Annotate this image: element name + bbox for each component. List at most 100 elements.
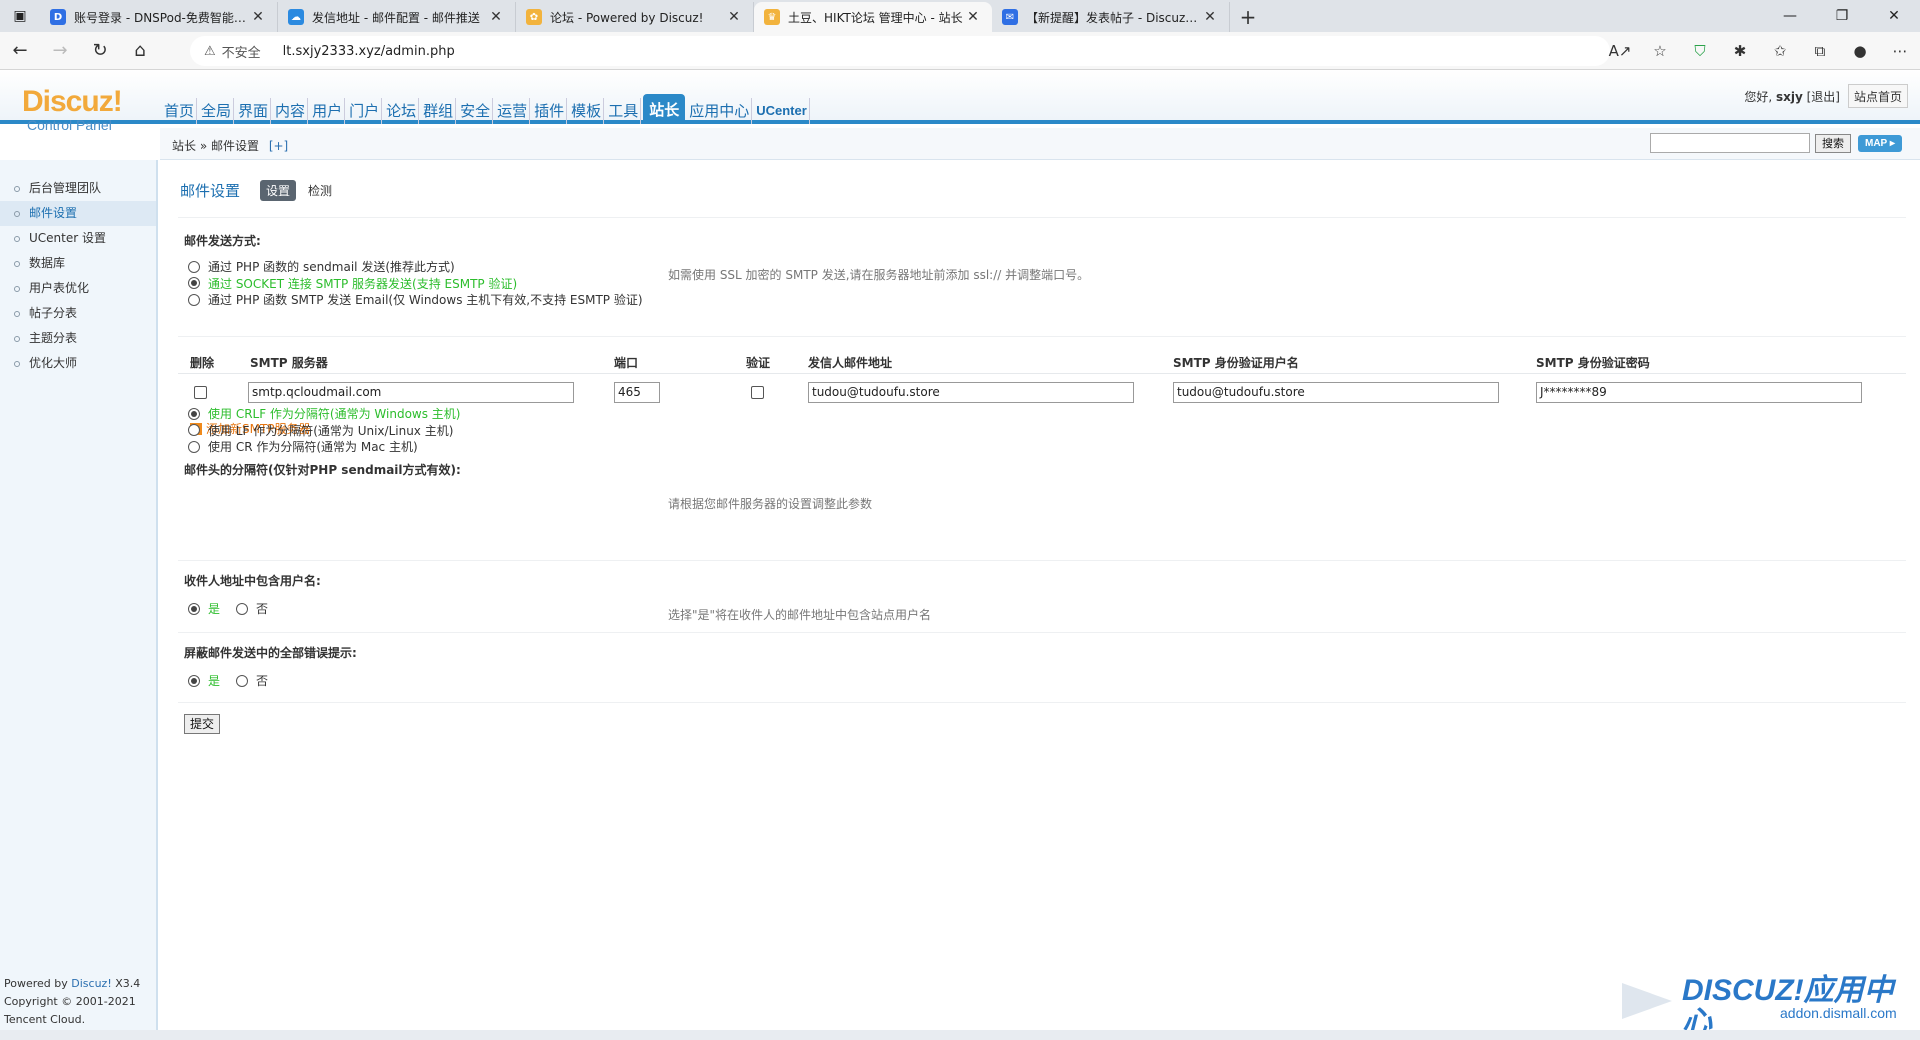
- back-icon[interactable]: ←: [0, 32, 40, 70]
- admin-search-input[interactable]: [1650, 133, 1810, 153]
- from-email-input[interactable]: tudou@tudoufu.store: [808, 382, 1134, 403]
- radio-option[interactable]: 通过 SOCKET 连接 SMTP 服务器发送(支持 ESMTP 验证): [188, 275, 517, 292]
- radio-button[interactable]: [188, 277, 200, 289]
- nav-item[interactable]: 首页: [162, 98, 198, 124]
- radio-button[interactable]: [188, 440, 200, 453]
- sidebar-item[interactable]: UCenter 设置: [0, 226, 156, 251]
- tab-close-icon[interactable]: ✕: [964, 9, 982, 25]
- discuz-logo[interactable]: Discuz! Control Panel: [22, 87, 152, 134]
- nav-item[interactable]: 插件: [532, 98, 568, 124]
- username: sxjy: [1775, 90, 1803, 104]
- include-username-radios: 是 否: [188, 600, 268, 617]
- forward-icon[interactable]: →: [40, 32, 80, 70]
- smtp-password-input[interactable]: J********89: [1536, 382, 1862, 403]
- add-shortcut-link[interactable]: [+]: [269, 139, 288, 153]
- silent-errors-radios: 是 否: [188, 672, 268, 689]
- tab-close-icon[interactable]: ✕: [1201, 9, 1219, 25]
- include-username-no-radio[interactable]: [236, 602, 249, 615]
- tab-close-icon[interactable]: ✕: [487, 9, 505, 25]
- sidebar-item-label: UCenter 设置: [29, 231, 106, 245]
- nav-item[interactable]: 内容: [273, 98, 309, 124]
- tab-check[interactable]: 检测: [308, 182, 332, 199]
- send-method-label: 邮件发送方式:: [184, 234, 261, 248]
- sidebar-item[interactable]: 用户表优化: [0, 276, 156, 301]
- url-field[interactable]: ⚠ 不安全 lt.sxjy2333.xyz/admin.php: [190, 36, 1610, 66]
- new-tab-button[interactable]: +: [1230, 2, 1266, 32]
- radio-option[interactable]: 使用 CR 作为分隔符(通常为 Mac 主机): [188, 438, 418, 455]
- close-window-icon[interactable]: ✕: [1868, 0, 1920, 32]
- shield-icon[interactable]: ⛉: [1680, 32, 1720, 70]
- browser-tab[interactable]: ♛ 土豆、HIKT论坛 管理中心 - 站长 ✕: [754, 2, 992, 32]
- sidebar-item[interactable]: 数据库: [0, 251, 156, 276]
- greeting-text: 您好,: [1744, 90, 1773, 104]
- nav-item[interactable]: 界面: [236, 98, 272, 124]
- nav-item[interactable]: 模板: [569, 98, 605, 124]
- extensions-icon[interactable]: ✱: [1720, 32, 1760, 70]
- nav-item[interactable]: 站长: [643, 94, 686, 124]
- nav-item[interactable]: 群组: [421, 98, 457, 124]
- collections-icon[interactable]: ⧉: [1800, 32, 1840, 70]
- more-icon[interactable]: ⋯: [1880, 32, 1920, 70]
- radio-option[interactable]: 通过 PHP 函数的 sendmail 发送(推荐此方式): [188, 258, 455, 275]
- nav-item[interactable]: 门户: [347, 98, 383, 124]
- logout-link[interactable]: [退出]: [1807, 90, 1840, 104]
- smtp-port-input[interactable]: 465: [614, 382, 660, 403]
- auth-checkbox[interactable]: [751, 386, 764, 399]
- radio-option[interactable]: 使用 LF 作为分隔符(通常为 Unix/Linux 主机): [188, 422, 453, 439]
- sidebar-item[interactable]: 后台管理团队: [0, 176, 156, 201]
- divider: [178, 702, 1906, 703]
- nav-item[interactable]: 全局: [199, 98, 235, 124]
- browser-tab[interactable]: D 账号登录 - DNSPod-免费智能DNS ✕: [40, 2, 278, 32]
- tab-close-icon[interactable]: ✕: [249, 9, 267, 25]
- nav-item[interactable]: UCenter: [754, 98, 810, 124]
- sidebar-item[interactable]: 主题分表: [0, 326, 156, 351]
- nav-item[interactable]: 应用中心: [687, 98, 753, 124]
- nav-item[interactable]: 工具: [606, 98, 642, 124]
- tab-close-icon[interactable]: ✕: [725, 9, 743, 25]
- refresh-icon[interactable]: ↻: [80, 32, 120, 70]
- sidebar-item[interactable]: 邮件设置: [0, 201, 156, 226]
- nav-item[interactable]: 用户: [310, 98, 346, 124]
- read-aloud-icon[interactable]: A↗: [1600, 32, 1640, 70]
- bullet-icon: [14, 335, 20, 342]
- sidebar-item[interactable]: 优化大师: [0, 351, 156, 376]
- radio-option[interactable]: 通过 PHP 函数 SMTP 发送 Email(仅 Windows 主机下有效,…: [188, 291, 643, 308]
- nav-item[interactable]: 论坛: [384, 98, 420, 124]
- powered-brand[interactable]: Discuz!: [71, 977, 111, 990]
- radio-button[interactable]: [188, 424, 200, 436]
- silent-errors-yes-radio[interactable]: [188, 674, 200, 687]
- browser-tab[interactable]: ☁ 发信地址 - 邮件配置 - 邮件推送 ✕: [278, 2, 516, 32]
- map-button[interactable]: MAP ▸: [1858, 135, 1902, 152]
- tab-favicon-icon: D: [50, 9, 66, 25]
- minimize-icon[interactable]: —: [1764, 0, 1816, 32]
- radio-button[interactable]: [188, 293, 200, 306]
- home-icon[interactable]: ⌂: [120, 32, 160, 70]
- column-header: SMTP 身份验证用户名: [1173, 356, 1299, 370]
- sidebar-item[interactable]: 帖子分表: [0, 301, 156, 326]
- favorites-icon[interactable]: ✩: [1760, 32, 1800, 70]
- nav-item[interactable]: 安全: [458, 98, 494, 124]
- site-home-button[interactable]: 站点首页: [1848, 84, 1908, 108]
- tab-settings[interactable]: 设置: [260, 180, 297, 201]
- divider: [178, 217, 1906, 218]
- browser-tab[interactable]: ✿ 论坛 - Powered by Discuz! ✕: [516, 2, 754, 32]
- restore-icon[interactable]: ❐: [1816, 0, 1868, 32]
- smtp-server-input[interactable]: smtp.qcloudmail.com: [248, 382, 574, 403]
- silent-errors-no-radio[interactable]: [236, 674, 249, 687]
- radio-button[interactable]: [188, 260, 200, 273]
- delete-checkbox[interactable]: [194, 386, 207, 399]
- sub-bar: 站长 » 邮件设置 [+] 搜索 MAP ▸: [160, 128, 1920, 160]
- include-username-yes-radio[interactable]: [188, 602, 200, 615]
- radio-option[interactable]: 使用 CRLF 作为分隔符(通常为 Windows 主机): [188, 405, 461, 422]
- profile-avatar-icon[interactable]: ●: [1840, 32, 1880, 70]
- radio-button[interactable]: [188, 407, 200, 420]
- smtp-user-input[interactable]: tudou@tudoufu.store: [1173, 382, 1499, 403]
- favorite-add-icon[interactable]: ☆: [1640, 32, 1680, 70]
- bullet-icon: [14, 235, 20, 242]
- nav-item[interactable]: 运营: [495, 98, 531, 124]
- search-button[interactable]: 搜索: [1815, 134, 1851, 153]
- tab-actions-icon[interactable]: ▣: [0, 0, 40, 32]
- submit-button[interactable]: 提交: [184, 714, 221, 734]
- divider: [178, 336, 1906, 337]
- browser-tab[interactable]: ✉ 【新提醒】发表帖子 - Discuz!教程 ✕: [992, 2, 1230, 32]
